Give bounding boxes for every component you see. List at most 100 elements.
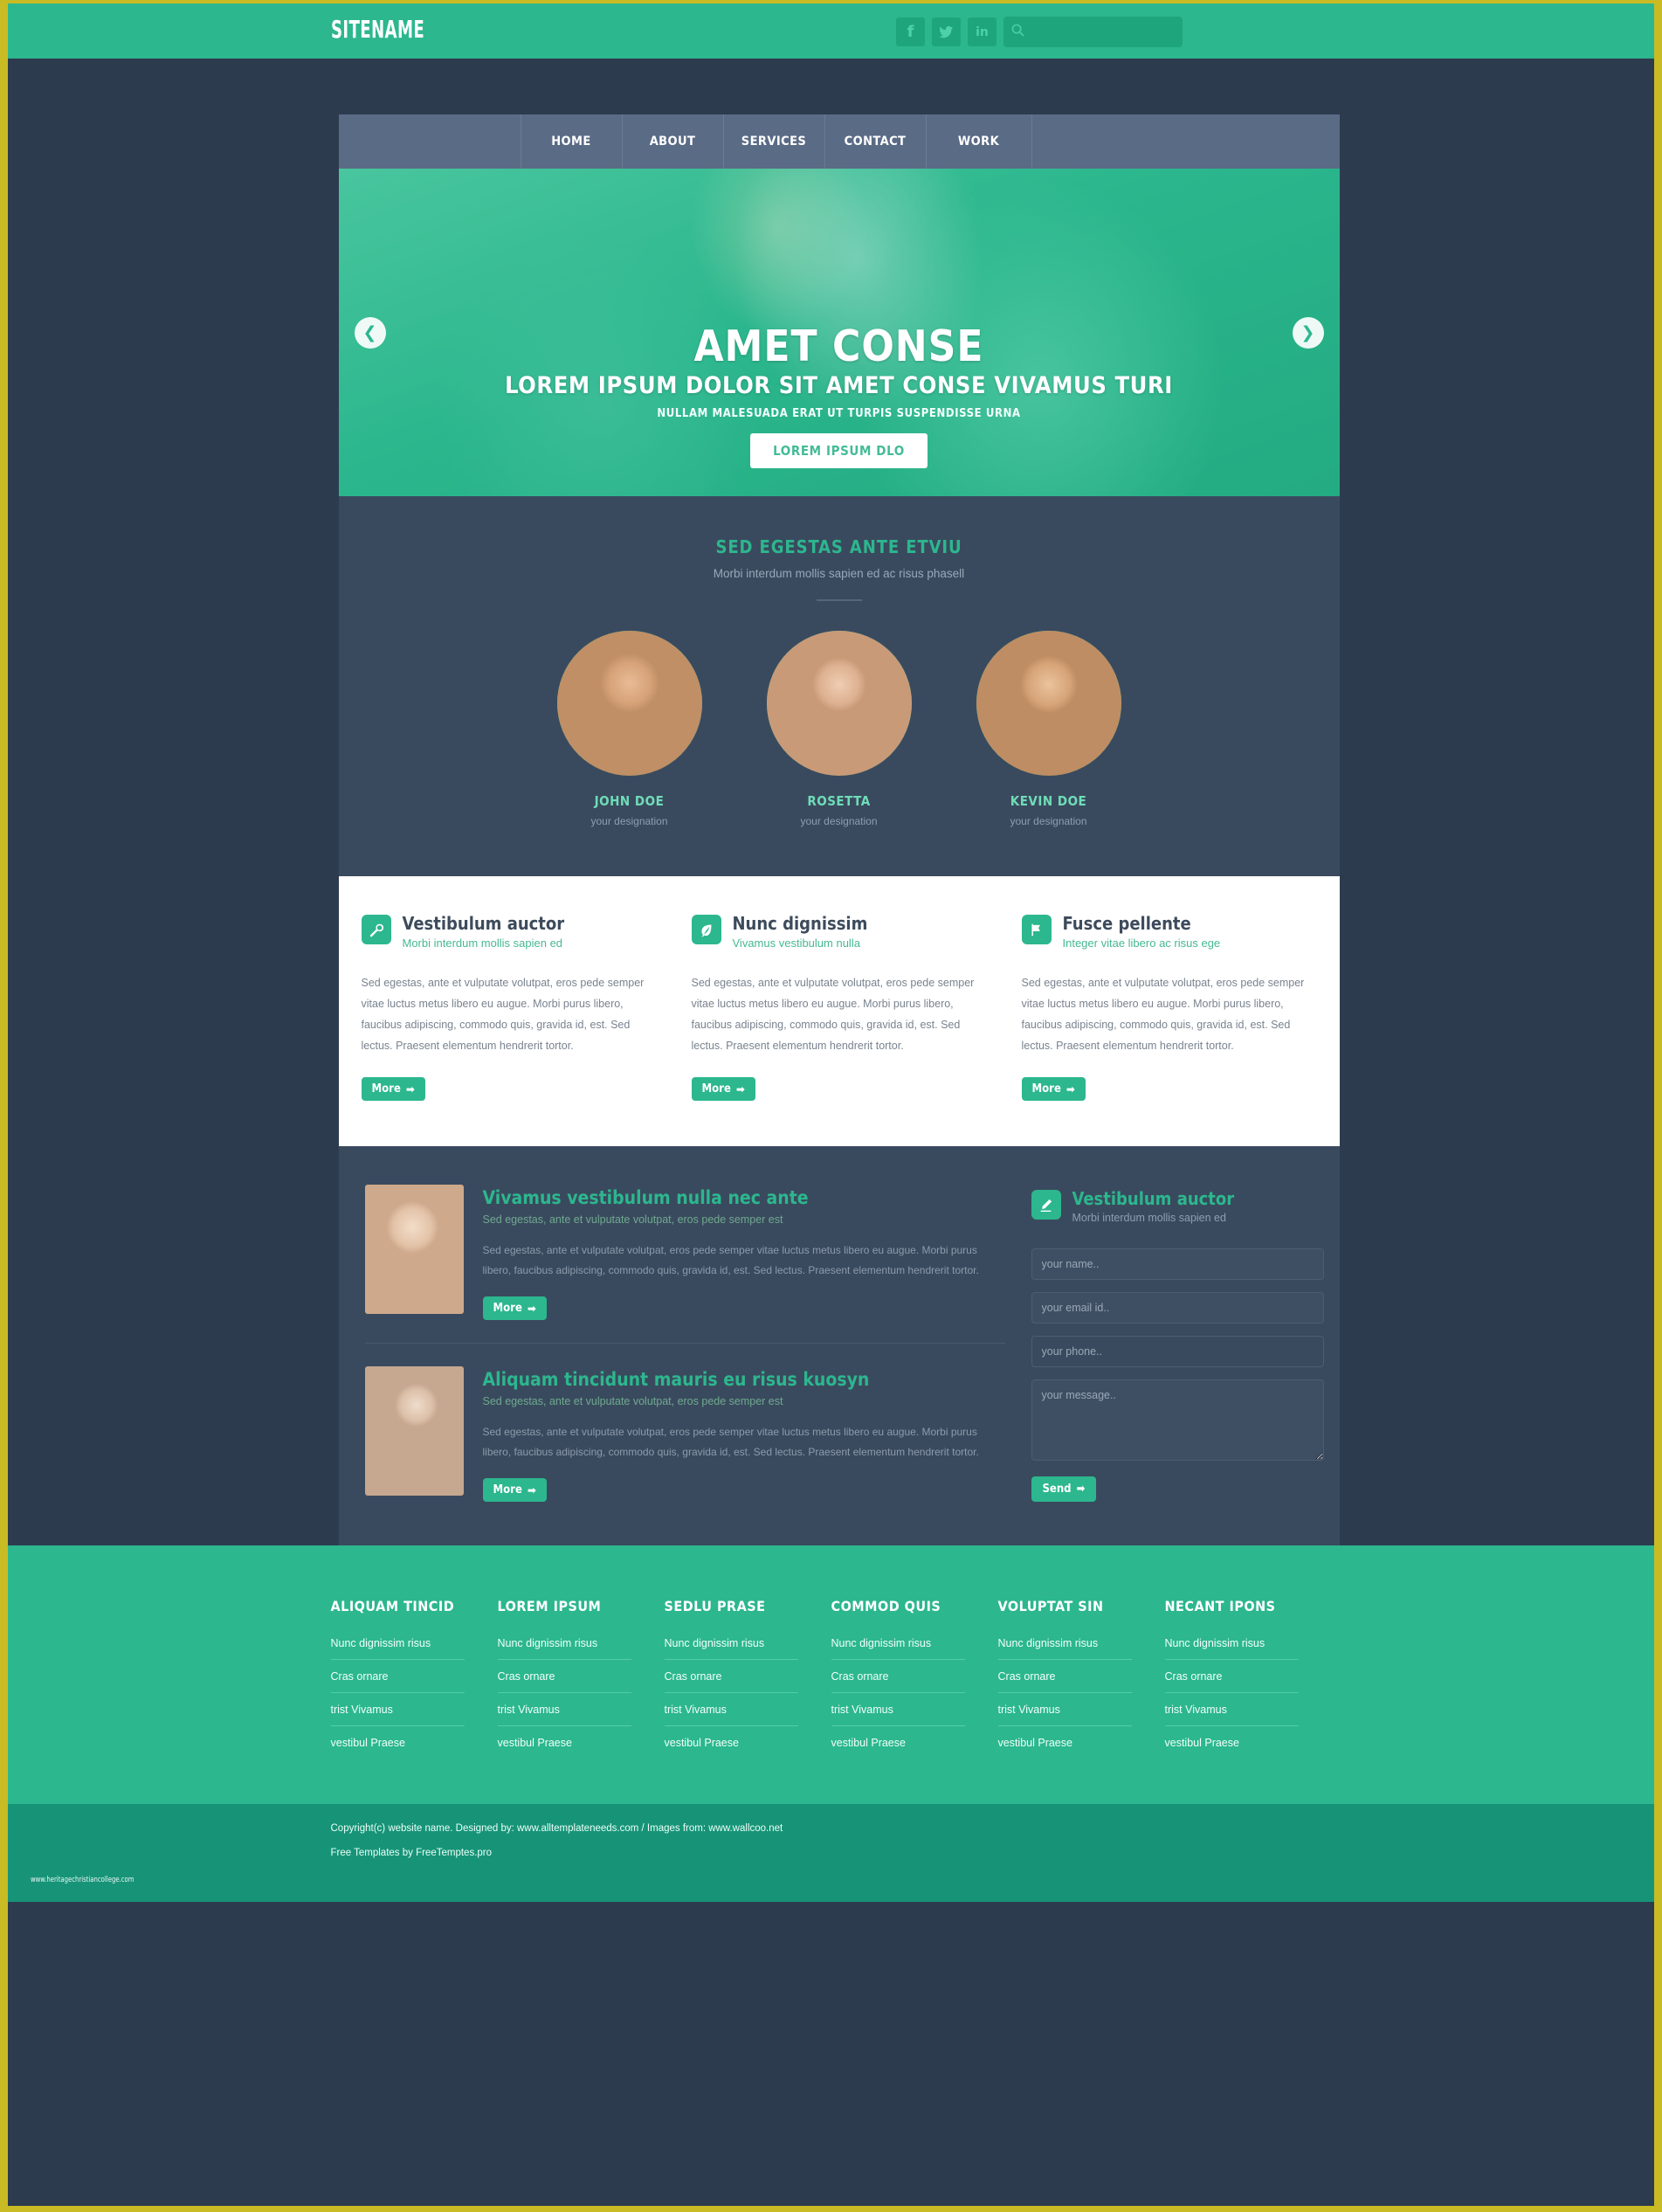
footer-column: COMMOD QUIS Nunc dignissim risus Cras or…	[831, 1598, 998, 1769]
footer-column: NECANT IPONS Nunc dignissim risus Cras o…	[1164, 1598, 1332, 1769]
send-button[interactable]: Send ➡	[1031, 1476, 1097, 1502]
nav-item-home[interactable]: HOME	[521, 114, 623, 169]
footer-column: LOREM IPSUM Nunc dignissim risus Cras or…	[497, 1598, 665, 1769]
copyright-bar: www.heritagechristiancollege.com Copyrig…	[8, 1804, 1654, 1903]
footer-link[interactable]: Nunc dignissim risus	[831, 1637, 965, 1661]
top-spacer	[8, 59, 1662, 114]
footer-link[interactable]: trist Vivamus	[664, 1704, 798, 1727]
footer-heading: COMMOD QUIS	[831, 1598, 941, 1615]
footer-link[interactable]: Nunc dignissim risus	[664, 1637, 798, 1661]
member-designation: your designation	[1010, 815, 1087, 827]
footer-link[interactable]: vestibul Praese	[331, 1737, 465, 1759]
footer-link[interactable]: Cras ornare	[497, 1670, 631, 1694]
message-textarea[interactable]	[1031, 1379, 1324, 1461]
hero-cta-button[interactable]: LOREM IPSUM DLO	[750, 433, 928, 469]
service-card: Vestibulum auctor Morbi interdum mollis …	[361, 913, 692, 1101]
hero-content: AMET CONSE LOREM IPSUM DOLOR SIT AMET CO…	[339, 324, 1340, 469]
footer-link[interactable]: vestibul Praese	[1165, 1737, 1299, 1759]
post-divider	[364, 1343, 1005, 1344]
footer-link[interactable]: vestibul Praese	[998, 1737, 1132, 1759]
post-title[interactable]: Aliquam tincidunt mauris eu risus kuosyn	[483, 1370, 1005, 1389]
service-body: Sed egestas, ante et vulputate volutpat,…	[361, 977, 645, 1052]
footer-link[interactable]: vestibul Praese	[831, 1737, 965, 1759]
search-input[interactable]	[1030, 25, 1169, 38]
team-section: SED EGESTAS ANTE ETVIU Morbi interdum mo…	[338, 496, 1340, 876]
lower-section: Vivamus vestibulum nulla nec ante Sed eg…	[338, 1146, 1340, 1546]
more-button[interactable]: More ➡	[482, 1478, 547, 1503]
more-label: More	[493, 1302, 522, 1316]
team-member[interactable]: JOHN DOE your designation	[540, 631, 719, 827]
service-body: Sed egestas, ante et vulputate volutpat,…	[691, 977, 975, 1052]
nav-item-about[interactable]: ABOUT	[623, 114, 724, 169]
search-box[interactable]	[1003, 17, 1183, 47]
footer-columns: ALIQUAM TINCID Nunc dignissim risus Cras…	[330, 1598, 1332, 1769]
more-label: More	[371, 1082, 401, 1096]
team-members-row: JOHN DOE your designation ROSETTA your d…	[339, 631, 1340, 827]
arrow-right-icon: ➡	[1065, 1082, 1075, 1096]
service-title: Vestibulum auctor	[402, 913, 565, 934]
arrow-right-icon: ➡	[1076, 1483, 1086, 1496]
footer-link[interactable]: Nunc dignissim risus	[497, 1637, 631, 1661]
leaf-icon	[691, 915, 721, 944]
footer-link[interactable]: Nunc dignissim risus	[330, 1637, 465, 1661]
service-subtitle: Integer vitae libero ac risus ege	[1062, 937, 1221, 950]
team-member[interactable]: KEVIN DOE your designation	[959, 631, 1138, 827]
post-thumbnail[interactable]	[364, 1185, 464, 1314]
email-input[interactable]	[1031, 1292, 1324, 1324]
avatar	[556, 631, 702, 776]
post-title[interactable]: Vivamus vestibulum nulla nec ante	[483, 1188, 1005, 1207]
arrow-right-icon: ➡	[527, 1302, 536, 1315]
more-button[interactable]: More ➡	[691, 1077, 755, 1101]
team-subheading: Morbi interdum mollis sapien ed ac risus…	[713, 567, 965, 580]
footer-link[interactable]: trist Vivamus	[330, 1704, 465, 1727]
more-button[interactable]: More ➡	[482, 1296, 547, 1321]
avatar	[976, 631, 1121, 776]
copyright-inner: Copyright(c) website name. Designed by: …	[331, 1823, 1332, 1858]
footer-column: SEDLU PRASE Nunc dignissim risus Cras or…	[664, 1598, 831, 1769]
phone-input[interactable]	[1031, 1336, 1324, 1367]
footer-link[interactable]: trist Vivamus	[997, 1704, 1132, 1727]
name-input[interactable]	[1031, 1248, 1324, 1280]
send-label: Send	[1042, 1483, 1072, 1496]
linkedin-icon[interactable]: in	[968, 17, 997, 46]
footer-link[interactable]: Cras ornare	[1164, 1670, 1299, 1694]
post-subtitle: Sed egestas, ante et vulputate volutpat,…	[482, 1213, 783, 1227]
twitter-icon[interactable]	[932, 17, 961, 46]
nav-item-work[interactable]: WORK	[927, 114, 1032, 169]
services-section: Vestibulum auctor Morbi interdum mollis …	[338, 876, 1340, 1146]
footer-column: VOLUPTAT SIN Nunc dignissim risus Cras o…	[997, 1598, 1165, 1769]
more-label: More	[493, 1483, 522, 1497]
blog-post: Aliquam tincidunt mauris eu risus kuosyn…	[364, 1366, 1005, 1503]
footer-heading: ALIQUAM TINCID	[330, 1598, 455, 1615]
footer-link[interactable]: trist Vivamus	[497, 1704, 631, 1727]
footer-link[interactable]: Cras ornare	[330, 1670, 465, 1694]
post-text: Sed egestas, ante et vulputate volutpat,…	[482, 1426, 979, 1459]
facebook-icon[interactable]: f	[896, 17, 925, 46]
arrow-right-icon: ➡	[735, 1082, 745, 1096]
footer-link[interactable]: trist Vivamus	[1164, 1704, 1299, 1727]
member-designation: your designation	[590, 815, 668, 827]
more-button[interactable]: More ➡	[361, 1077, 425, 1101]
service-title: Fusce pellente	[1062, 913, 1191, 934]
member-name: ROSETTA	[807, 793, 871, 809]
footer-link[interactable]: vestibul Praese	[665, 1737, 798, 1759]
nav-item-contact[interactable]: CONTACT	[825, 114, 927, 169]
flag-icon	[1021, 915, 1052, 944]
nav-item-services[interactable]: SERVICES	[724, 114, 825, 169]
footer-link[interactable]: Cras ornare	[997, 1670, 1132, 1694]
footer-link[interactable]: vestibul Praese	[498, 1737, 631, 1759]
post-subtitle: Sed egestas, ante et vulputate volutpat,…	[482, 1395, 783, 1408]
site-logo[interactable]: SITENAME	[331, 15, 424, 44]
more-button[interactable]: More ➡	[1021, 1077, 1086, 1101]
footer-link[interactable]: trist Vivamus	[831, 1704, 965, 1727]
footer-heading: SEDLU PRASE	[664, 1598, 766, 1615]
hero-slider: ❮ ❯ AMET CONSE LOREM IPSUM DOLOR SIT AME…	[338, 169, 1340, 496]
service-card: Nunc dignissim Vivamus vestibulum nulla …	[691, 915, 1022, 1101]
footer-link[interactable]: Cras ornare	[831, 1670, 965, 1694]
footer-link[interactable]: Nunc dignissim risus	[997, 1637, 1132, 1661]
post-thumbnail[interactable]	[364, 1366, 464, 1497]
team-member[interactable]: ROSETTA your designation	[749, 631, 928, 827]
footer-link[interactable]: Nunc dignissim risus	[1164, 1637, 1299, 1661]
site-footer: ALIQUAM TINCID Nunc dignissim risus Cras…	[8, 1545, 1654, 1805]
footer-link[interactable]: Cras ornare	[664, 1670, 798, 1694]
